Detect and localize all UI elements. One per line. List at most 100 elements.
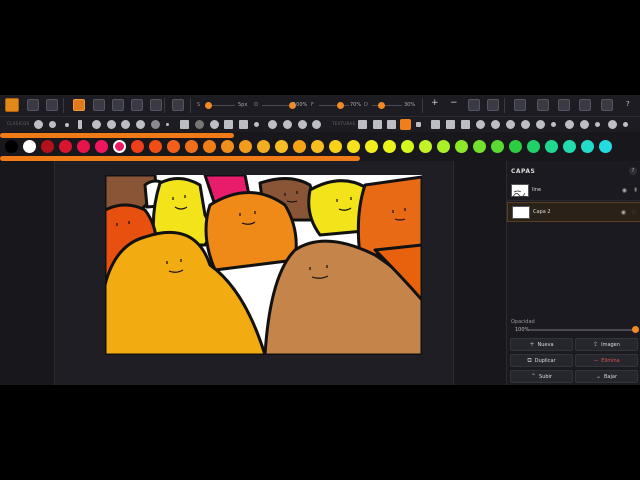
layer-item-line[interactable]: line ◉ ▮ [507,181,640,201]
grid-tool-icon[interactable] [172,99,184,111]
lock-icon[interactable]: ○ [632,209,636,215]
pattern-brush-icon[interactable] [224,120,233,129]
shape-tool-icon[interactable] [131,99,143,111]
color-swatch[interactable] [77,140,90,153]
flow-slider[interactable]: F 70% [311,101,363,110]
stripes-texture-icon[interactable] [461,120,470,129]
eraser-tool-icon[interactable] [93,99,105,111]
color-swatch[interactable] [545,140,558,153]
undo-icon[interactable] [27,99,39,111]
layer-opacity-track[interactable] [529,329,635,331]
move-layer-up-button[interactable]: ⌃ Subir [510,370,573,383]
flow-slider-knob[interactable] [336,102,344,109]
duplicate-layer-button[interactable]: ⧉ Duplicar [510,354,573,367]
density-slider-knob[interactable] [377,102,385,109]
chalk-brush-icon[interactable] [210,120,219,129]
color-swatch[interactable] [221,140,234,153]
spot-texture-icon[interactable] [551,122,556,127]
tiny-brush-icon[interactable] [166,123,169,126]
redo-icon[interactable] [46,99,58,111]
color-swatch[interactable] [473,140,486,153]
marker-brush-icon[interactable] [107,120,116,129]
color-swatch[interactable] [527,140,540,153]
sparkle-brush-icon[interactable] [283,120,292,129]
color-swatch[interactable] [401,140,414,153]
watercolor-texture-icon[interactable] [521,120,530,129]
color-swatch[interactable] [563,140,576,153]
airbrush-icon[interactable] [121,120,130,129]
color-swatch[interactable] [41,140,54,153]
selected-texture-icon[interactable] [400,119,411,130]
dust-texture-icon[interactable] [595,122,600,127]
calligraphy-brush-icon[interactable] [180,120,189,129]
save-file-icon[interactable] [558,99,570,111]
color-swatch[interactable] [275,140,288,153]
round-brush-icon[interactable] [34,120,43,129]
drawing-canvas[interactable] [105,175,422,355]
small-round-brush-icon[interactable] [254,122,259,127]
picker-tool-icon[interactable] [150,99,162,111]
color-swatch[interactable] [113,140,126,153]
zoom-fit-icon[interactable] [468,99,480,111]
size-slider-knob[interactable] [204,102,212,109]
color-swatch[interactable] [419,140,432,153]
new-layer-button[interactable]: + Nueva [510,338,573,351]
sponge-texture-icon[interactable] [491,120,500,129]
splatter-brush-icon[interactable] [136,120,145,129]
star-brush-icon[interactable] [268,120,277,129]
color-swatch[interactable] [95,140,108,153]
layers-help-button[interactable]: ? [629,167,637,175]
size-slider[interactable]: S 5px [197,101,249,110]
cloud-texture-icon[interactable] [565,120,574,129]
blur-brush-icon[interactable] [151,120,160,129]
paper-texture-icon[interactable] [387,120,396,129]
color-swatch[interactable] [149,140,162,153]
move-layer-down-button[interactable]: ⌄ Bajar [575,370,638,383]
color-swatch[interactable] [599,140,612,153]
circle-brush-icon[interactable] [312,120,321,129]
color-swatch[interactable] [347,140,360,153]
color-swatch[interactable] [257,140,270,153]
opacity-slider[interactable]: O 100% [254,101,311,110]
layer-opacity-knob[interactable] [632,326,639,333]
zoom-in-icon[interactable]: + [431,98,439,108]
color-swatch[interactable] [167,140,180,153]
export-icon[interactable] [579,99,591,111]
soft-brush-icon[interactable] [49,121,56,128]
delete-layer-button[interactable]: − Elimina [575,354,638,367]
lines-texture-icon[interactable] [431,120,440,129]
help-button[interactable]: ? [626,100,630,108]
layer-item-capa-2[interactable]: Capa 2 ◉ ○ [507,202,640,222]
lock-icon[interactable]: ▮ [634,187,637,193]
color-swatch[interactable] [491,140,504,153]
color-swatch[interactable] [509,140,522,153]
color-swatch[interactable] [203,140,216,153]
color-swatch[interactable] [185,140,198,153]
color-swatch[interactable] [131,140,144,153]
bubble-texture-icon[interactable] [580,120,589,129]
color-swatch[interactable] [365,140,378,153]
density-slider[interactable]: D 30% [364,101,416,110]
pencil-brush-icon[interactable] [78,120,82,129]
grain-texture-icon[interactable] [358,120,367,129]
zoom-out-icon[interactable]: − [450,98,458,108]
brush-tool-icon[interactable] [73,99,85,111]
fill-tool-icon[interactable] [112,99,124,111]
color-swatch[interactable] [59,140,72,153]
new-file-icon[interactable] [514,99,526,111]
import-image-button[interactable]: ⇪ Imagen [575,338,638,351]
color-swatch[interactable] [239,140,252,153]
square-brush-icon[interactable] [239,120,248,129]
speck-texture-icon[interactable] [623,122,628,127]
visibility-icon[interactable]: ◉ [621,209,626,216]
ink-brush-icon[interactable] [92,120,101,129]
color-swatch[interactable] [23,140,36,153]
charcoal-brush-icon[interactable] [195,120,204,129]
rough-texture-icon[interactable] [506,120,515,129]
share-icon[interactable] [601,99,613,111]
color-swatch[interactable] [455,140,468,153]
color-swatch[interactable] [383,140,396,153]
visibility-icon[interactable]: ◉ [622,187,627,194]
flower-brush-icon[interactable] [298,120,307,129]
color-swatch[interactable] [5,140,18,153]
